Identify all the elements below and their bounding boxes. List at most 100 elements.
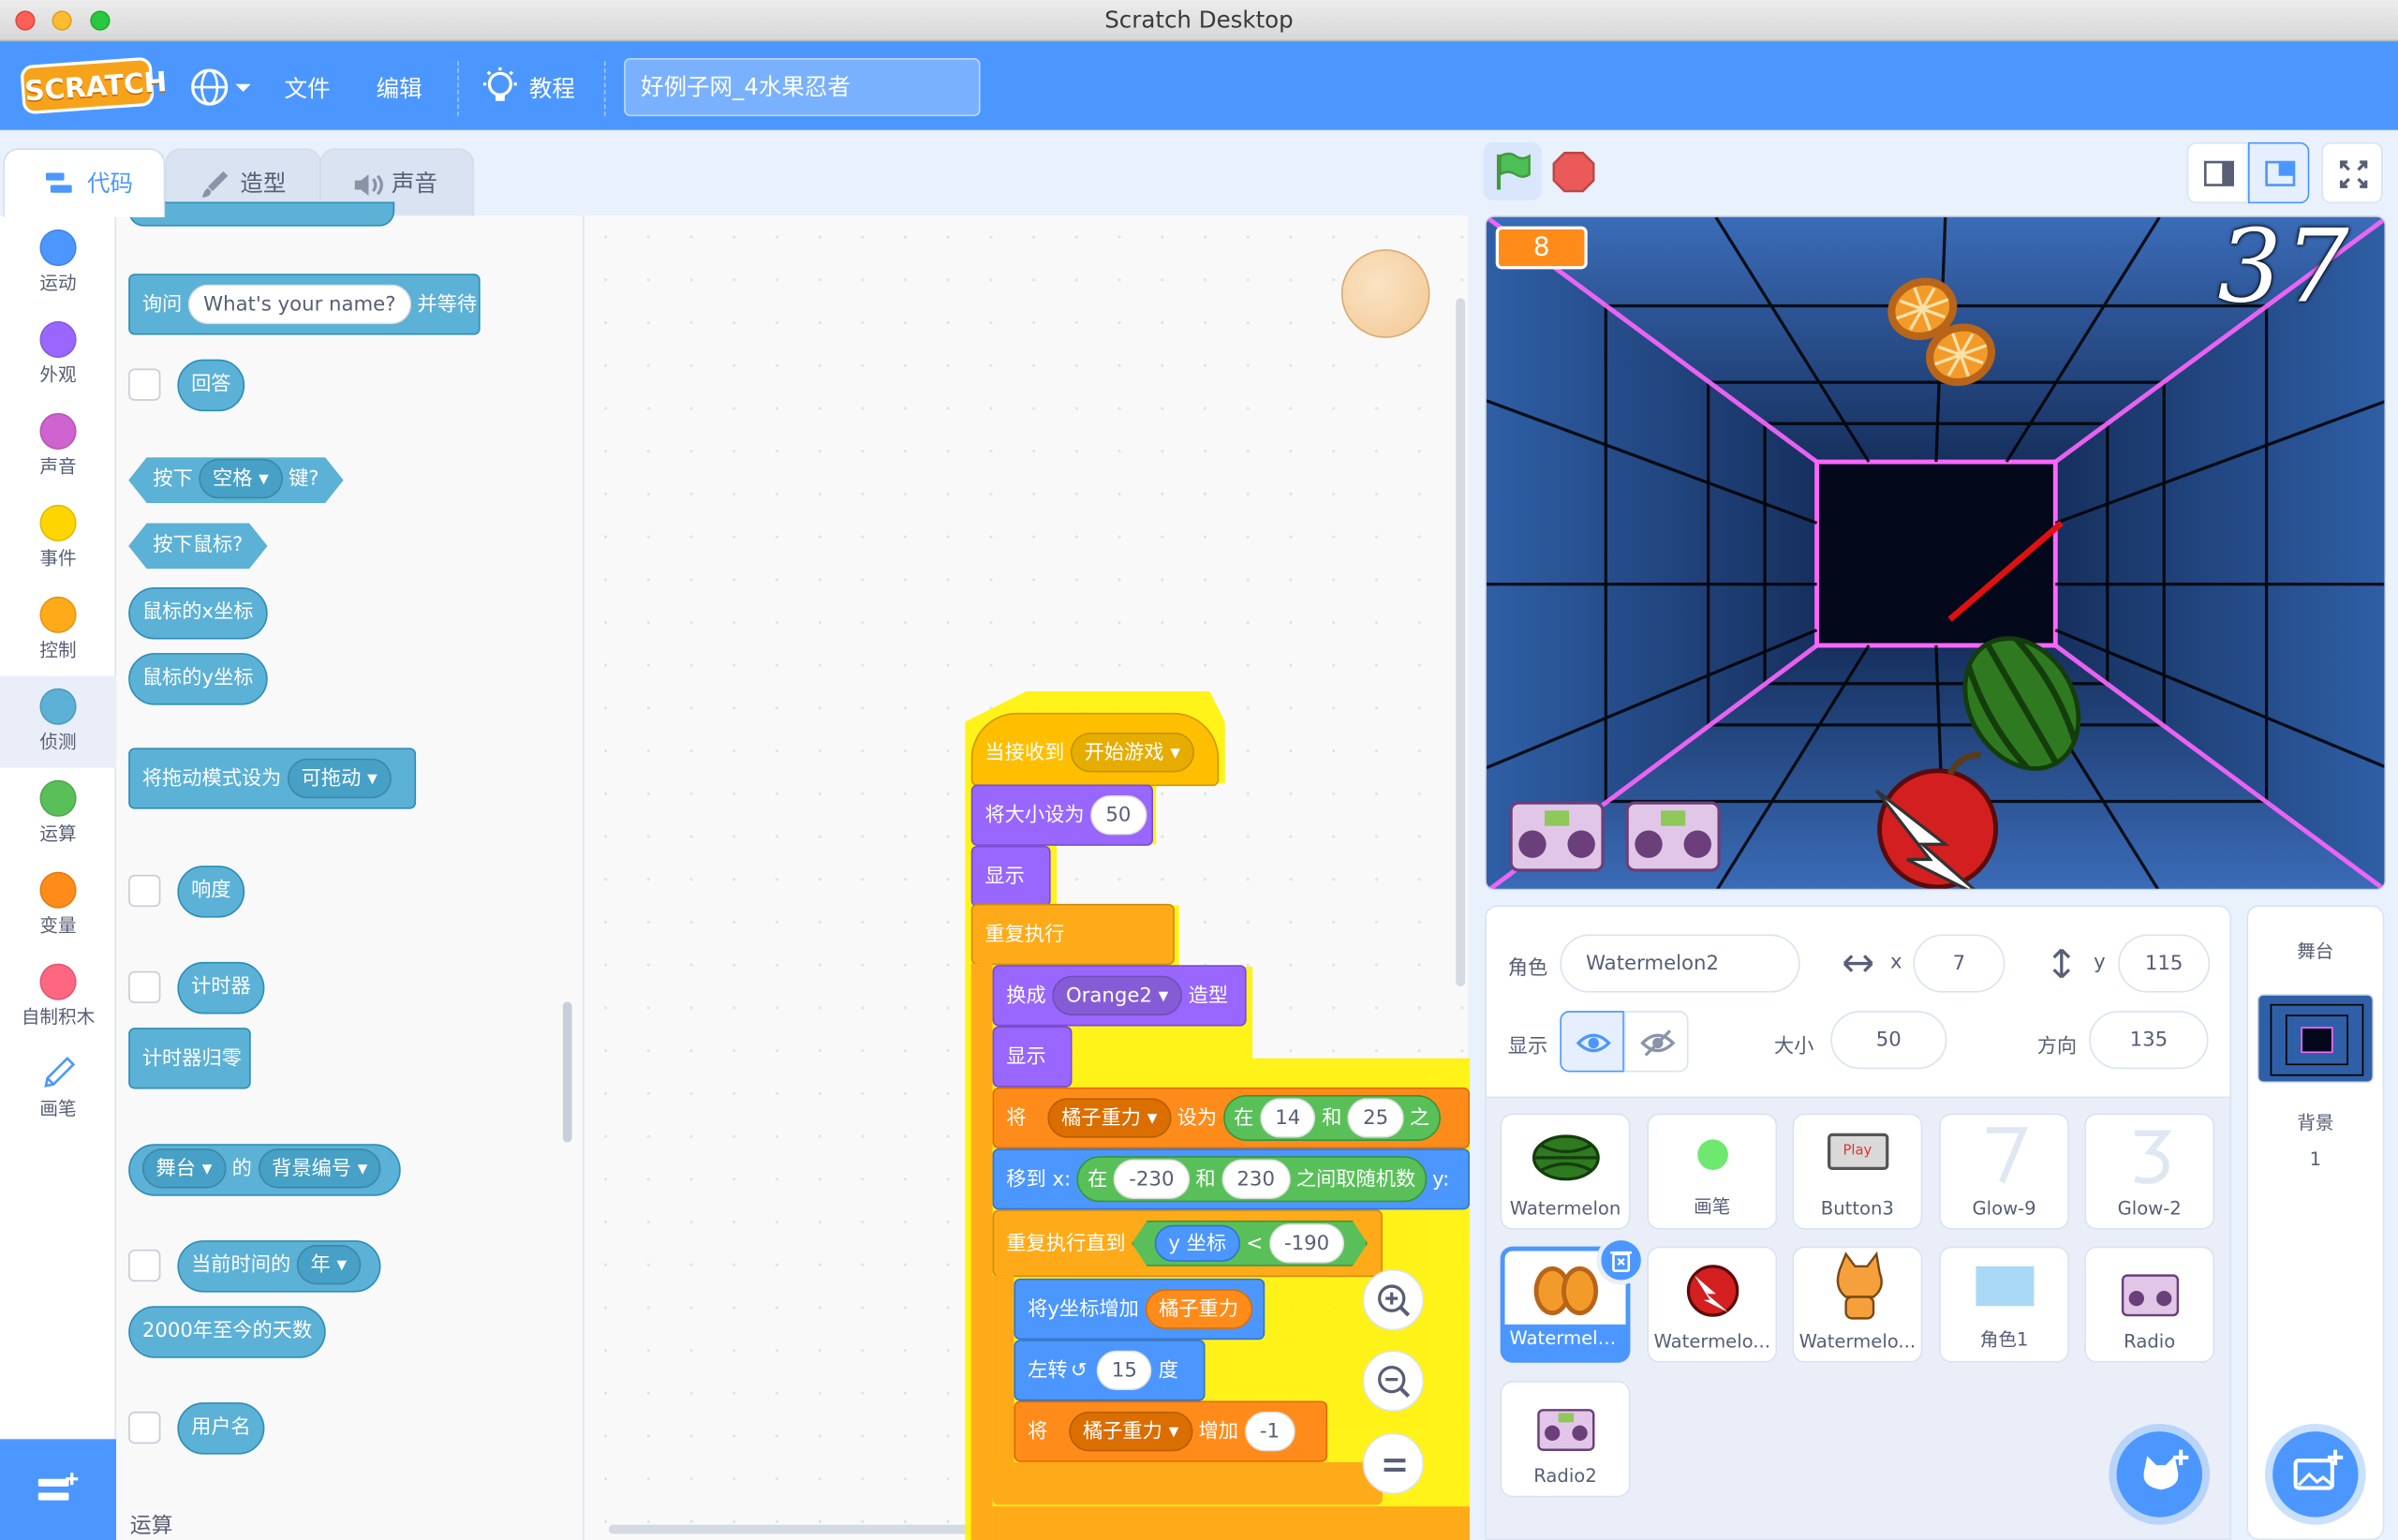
- zoom-in-button[interactable]: [1362, 1269, 1424, 1331]
- switch-costume-block[interactable]: 换成 Orange2 ▾ 造型: [992, 965, 1247, 1027]
- repeat-until-block[interactable]: 重复执行直到 y 坐标 < -190: [992, 1209, 1383, 1278]
- sprite-tile[interactable]: Glow-2: [2084, 1113, 2215, 1230]
- category-operators[interactable]: 运算: [0, 768, 116, 860]
- x-position-input[interactable]: 7: [1913, 934, 2006, 993]
- choose-sprite-button[interactable]: [2116, 1431, 2203, 1518]
- tutorials-button[interactable]: 教程: [481, 66, 587, 109]
- go-to-xy-block[interactable]: 移到 x: 在 -230 和 230 之间取随机数 y:: [992, 1148, 1470, 1210]
- mouse-y-reporter[interactable]: 鼠标的y坐标: [128, 653, 268, 705]
- mouse-x-reporter[interactable]: 鼠标的x坐标: [128, 586, 268, 640]
- less-than-operator[interactable]: y 坐标 < -190: [1132, 1221, 1368, 1266]
- normal-stage-button[interactable]: [2247, 141, 2310, 204]
- random-to-input[interactable]: 230: [1221, 1159, 1291, 1199]
- change-by-input[interactable]: -1: [1244, 1411, 1295, 1452]
- key-dropdown[interactable]: 空格 ▾: [199, 459, 282, 498]
- sprite-tile[interactable]: Radio: [2084, 1246, 2215, 1363]
- scratch-logo[interactable]: SCRATCH: [20, 56, 168, 115]
- zoom-out-button[interactable]: [1362, 1350, 1424, 1412]
- compare-input[interactable]: -190: [1269, 1223, 1345, 1263]
- sprite-tile[interactable]: Glow-9: [1939, 1113, 2069, 1230]
- add-extension-button[interactable]: [0, 1439, 117, 1540]
- show-sprite-button[interactable]: [1560, 1011, 1624, 1073]
- category-pen[interactable]: 画笔: [0, 1043, 116, 1134]
- username-reporter[interactable]: 用户名: [177, 1402, 265, 1455]
- property-dropdown[interactable]: 背景编号 ▾: [258, 1148, 382, 1189]
- category-sensing[interactable]: 侦测: [0, 675, 117, 768]
- choose-backdrop-button[interactable]: [2272, 1431, 2359, 1518]
- set-variable-block[interactable]: 将橘子重力 ▾ 设为在 14 和 25 之: [992, 1087, 1470, 1149]
- mouse-down-block[interactable]: 按下鼠标?: [128, 523, 267, 569]
- loudness-reporter[interactable]: 响度: [177, 866, 245, 918]
- sprite-tile[interactable]: Watermelo...: [1792, 1246, 1923, 1363]
- stage-backdrop-number-reporter[interactable]: 舞台 ▾ 的背景编号 ▾: [128, 1144, 402, 1196]
- answer-checkbox[interactable]: [128, 368, 161, 401]
- category-sound[interactable]: 声音: [0, 401, 116, 493]
- random-from-input[interactable]: 14: [1259, 1098, 1316, 1138]
- sprite-tile[interactable]: 画笔: [1647, 1113, 1778, 1230]
- variable-dropdown[interactable]: 橘子重力 ▾: [1047, 1098, 1172, 1138]
- costume-dropdown[interactable]: Orange2 ▾: [1052, 975, 1183, 1016]
- green-flag-button[interactable]: [1483, 141, 1542, 200]
- sprite-tile[interactable]: Radio2: [1500, 1381, 1631, 1498]
- sprite-tile[interactable]: Watermelon: [1500, 1113, 1631, 1230]
- pick-random-reporter[interactable]: 在 14 和 25 之: [1222, 1094, 1441, 1141]
- palette-block-partial[interactable]: [128, 201, 395, 227]
- y-position-reporter[interactable]: y 坐标: [1155, 1225, 1240, 1262]
- close-window-button[interactable]: [15, 10, 36, 31]
- fullscreen-button[interactable]: [2321, 141, 2383, 204]
- answer-reporter[interactable]: 回答: [177, 359, 245, 412]
- change-y-block[interactable]: 将y坐标增加 橘子重力: [1014, 1278, 1266, 1340]
- category-events[interactable]: 事件: [0, 493, 116, 585]
- forever-block[interactable]: 重复执行: [970, 903, 1175, 966]
- workspace-vertical-scrollbar[interactable]: [1456, 298, 1466, 987]
- file-menu[interactable]: 文件: [285, 72, 331, 104]
- project-title-input[interactable]: 好例子网_4水果忍者: [624, 58, 981, 117]
- edit-menu[interactable]: 编辑: [377, 72, 422, 104]
- message-dropdown[interactable]: 开始游戏 ▾: [1070, 733, 1194, 773]
- reset-timer-block[interactable]: 计时器归零: [128, 1028, 251, 1089]
- delete-sprite-button[interactable]: [1596, 1236, 1646, 1285]
- tab-code[interactable]: 代码: [3, 148, 166, 217]
- current-time-reporter[interactable]: 当前时间的年 ▾: [177, 1240, 381, 1293]
- key-pressed-block[interactable]: 按下 空格 ▾ 键?: [128, 457, 344, 503]
- category-motion[interactable]: 运动: [0, 217, 116, 309]
- set-size-block[interactable]: 将大小设为 50: [970, 784, 1154, 846]
- pick-random-reporter[interactable]: 在 -230 和 230 之间取随机数: [1076, 1156, 1427, 1203]
- language-menu[interactable]: [189, 67, 254, 107]
- show-block[interactable]: 显示: [970, 845, 1051, 908]
- y-position-input[interactable]: 115: [2118, 934, 2211, 993]
- minimize-window-button[interactable]: [52, 10, 72, 31]
- set-drag-mode-block[interactable]: 将拖动模式设为 可拖动 ▾: [128, 748, 417, 809]
- size-input[interactable]: 50: [1830, 1011, 1947, 1070]
- size-input[interactable]: 50: [1090, 794, 1147, 836]
- zoom-window-button[interactable]: [90, 10, 111, 31]
- random-from-input[interactable]: -230: [1113, 1159, 1190, 1199]
- current-time-checkbox[interactable]: [128, 1249, 161, 1282]
- random-to-input[interactable]: 25: [1347, 1098, 1404, 1138]
- stage-dropdown[interactable]: 舞台 ▾: [141, 1148, 227, 1189]
- drag-mode-dropdown[interactable]: 可拖动 ▾: [287, 758, 392, 799]
- days-since-2000-reporter[interactable]: 2000年至今的天数: [128, 1306, 326, 1358]
- degrees-input[interactable]: 15: [1096, 1350, 1153, 1391]
- ask-and-wait-block[interactable]: 询问 What's your name? 并等待: [128, 274, 481, 335]
- stage-canvas[interactable]: 8 37: [1485, 215, 2386, 891]
- username-checkbox[interactable]: [128, 1411, 161, 1444]
- when-i-receive-block[interactable]: 当接收到 开始游戏 ▾: [970, 712, 1220, 787]
- sprite-name-input[interactable]: Watermelon2: [1560, 934, 1800, 993]
- variable-reporter[interactable]: 橘子重力: [1145, 1289, 1252, 1329]
- small-stage-button[interactable]: [2186, 141, 2248, 204]
- time-unit-dropdown[interactable]: 年 ▾: [296, 1244, 361, 1285]
- hide-sprite-button[interactable]: [1623, 1011, 1689, 1073]
- category-variables[interactable]: 变量: [0, 860, 116, 952]
- direction-input[interactable]: 135: [2089, 1011, 2209, 1070]
- sprite-tile[interactable]: 角色1: [1939, 1246, 2069, 1363]
- sprite-tile[interactable]: Play Button3: [1792, 1113, 1923, 1230]
- category-control[interactable]: 控制: [0, 585, 116, 676]
- workspace-horizontal-scrollbar[interactable]: [608, 1524, 1000, 1534]
- timer-reporter[interactable]: 计时器: [177, 961, 265, 1014]
- category-my-blocks[interactable]: 自制积木: [0, 952, 116, 1044]
- ask-input[interactable]: What's your name?: [187, 284, 411, 325]
- show-block[interactable]: 显示: [992, 1026, 1073, 1088]
- loudness-checkbox[interactable]: [128, 874, 161, 908]
- next-block-partial[interactable]: [992, 1506, 1470, 1540]
